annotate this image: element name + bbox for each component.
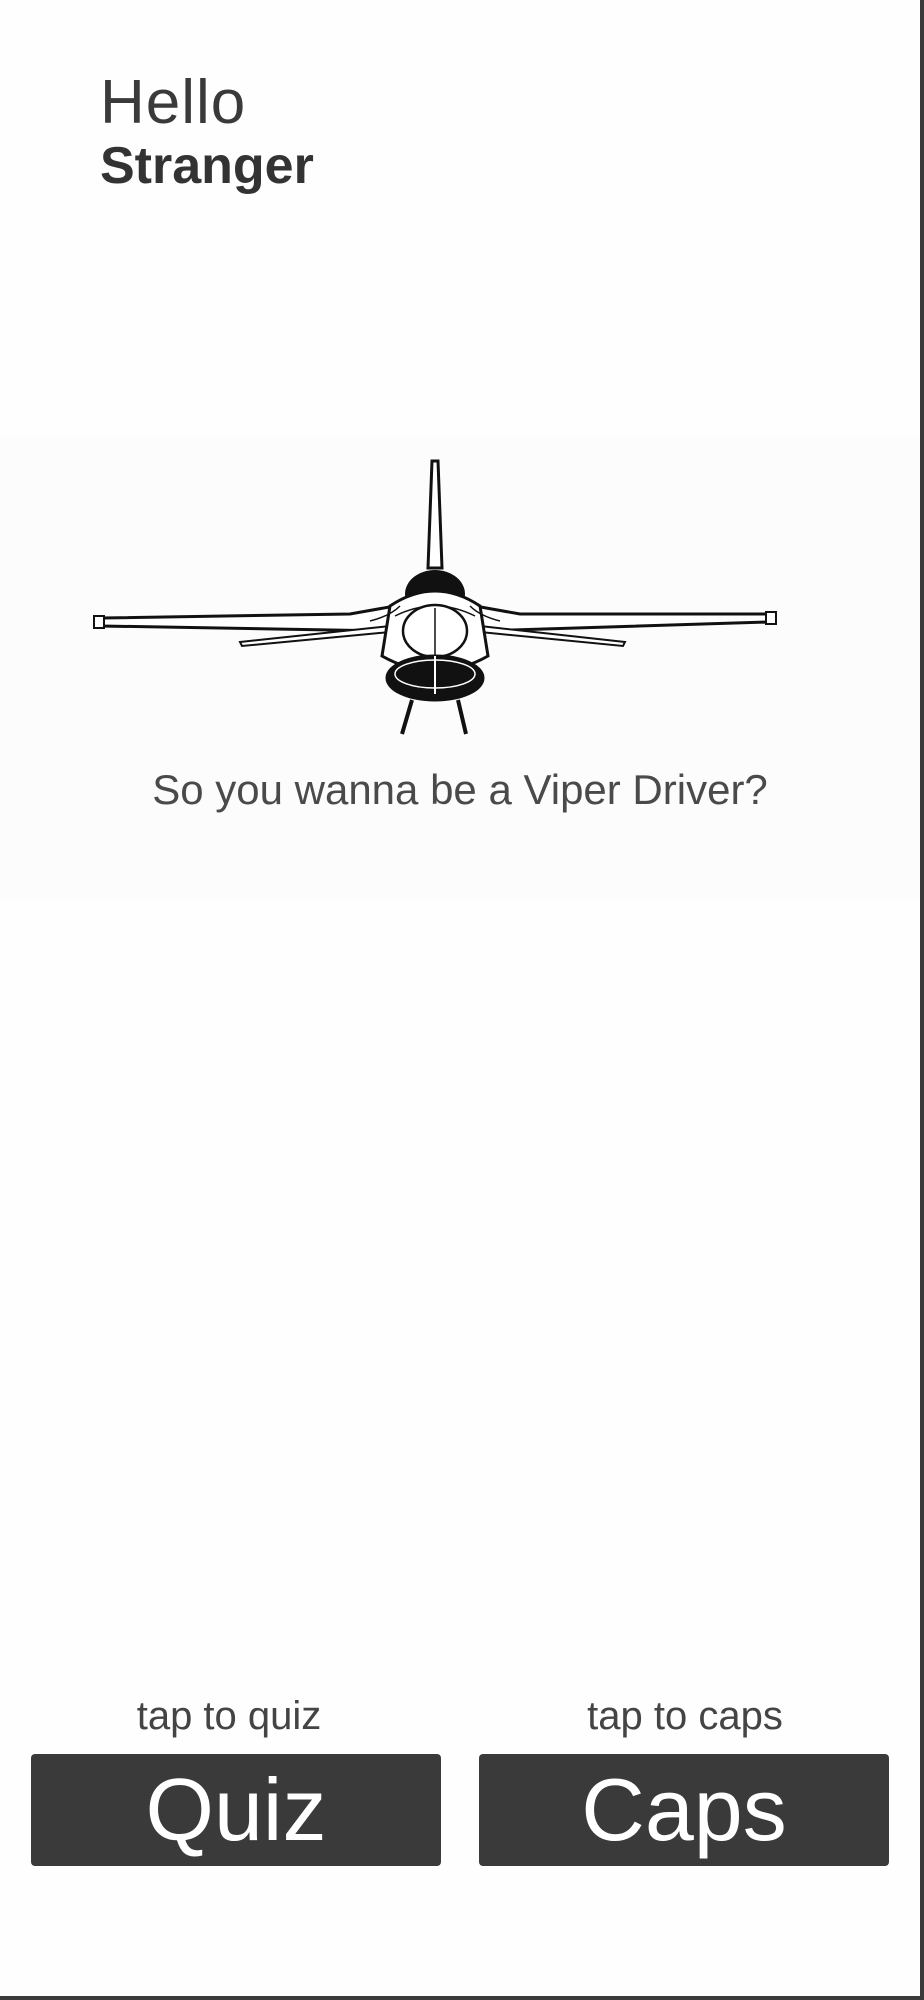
caps-button[interactable]: Caps — [479, 1754, 889, 1866]
app-screen: Hello Stranger So you wanna be a Viper D… — [0, 0, 920, 1996]
hero-tagline: So you wanna be a Viper Driver? — [152, 766, 768, 813]
hero-section: So you wanna be a Viper Driver? — [0, 436, 920, 900]
greeting-username: Stranger — [100, 137, 314, 195]
quiz-hint: tap to quiz — [136, 1694, 322, 1738]
greeting-hello: Hello — [100, 68, 247, 137]
caps-hint: tap to caps — [587, 1694, 783, 1738]
quiz-button[interactable]: Quiz — [31, 1754, 441, 1866]
screen-bottom-border — [0, 1996, 924, 2000]
greeting: Hello Stranger — [100, 70, 314, 196]
screen-right-border — [920, 0, 924, 2000]
f16-jet-front-view-icon — [93, 459, 777, 735]
